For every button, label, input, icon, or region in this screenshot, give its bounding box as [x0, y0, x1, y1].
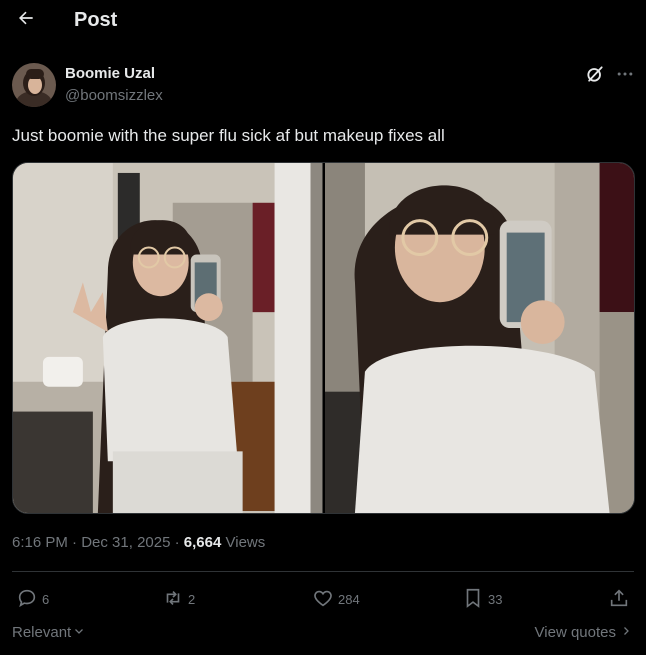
meta-separator: · [174, 534, 180, 551]
like-count: 284 [338, 591, 360, 607]
post-meta: 6:16 PM · Dec 31, 2025 · 6,664 Views [12, 534, 265, 551]
repost-button[interactable]: 2 [162, 584, 195, 614]
back-button[interactable] [12, 6, 40, 34]
reply-icon [16, 587, 38, 612]
reply-button[interactable]: 6 [16, 584, 49, 614]
views-label: Views [225, 534, 266, 551]
views-count: 6,664 [183, 534, 222, 551]
action-bar: 6 2 284 33 [12, 584, 634, 614]
author-name[interactable]: Boomie Uzal [65, 65, 155, 82]
post-date[interactable]: Dec 31, 2025 [81, 534, 170, 551]
share-icon [608, 587, 630, 612]
chevron-down-icon [73, 624, 85, 641]
more-icon [615, 64, 635, 89]
grok-button[interactable] [583, 64, 607, 88]
avatar[interactable] [12, 63, 56, 107]
bookmark-icon [462, 587, 484, 612]
post-text: Just boomie with the super flu sick af b… [12, 126, 445, 145]
meta-separator: · [72, 534, 78, 551]
sort-label: Relevant [12, 624, 72, 641]
view-quotes-link[interactable]: View quotes [535, 624, 632, 641]
post-photo-2[interactable] [324, 163, 634, 513]
post-photo-1[interactable] [13, 163, 323, 513]
more-button[interactable] [613, 64, 637, 88]
share-button[interactable] [608, 584, 630, 614]
like-button[interactable]: 284 [312, 584, 360, 614]
bookmark-count: 33 [488, 591, 503, 607]
heart-icon [312, 587, 334, 612]
post-time[interactable]: 6:16 PM [12, 534, 68, 551]
page-title: Post [74, 9, 118, 31]
repost-icon [162, 587, 184, 612]
repost-count: 2 [188, 591, 196, 607]
reply-count: 6 [42, 591, 50, 607]
view-quotes-label: View quotes [534, 624, 616, 641]
author-handle[interactable]: @boomsizzlex [65, 87, 163, 104]
divider [12, 571, 634, 572]
grok-icon [585, 64, 605, 89]
bookmark-button[interactable]: 33 [462, 584, 502, 614]
arrow-left-icon [16, 8, 36, 33]
top-bar: Post [0, 0, 646, 44]
chevron-right-icon [620, 624, 632, 641]
sort-replies-button[interactable]: Relevant [12, 624, 85, 641]
media-grid [12, 162, 635, 514]
